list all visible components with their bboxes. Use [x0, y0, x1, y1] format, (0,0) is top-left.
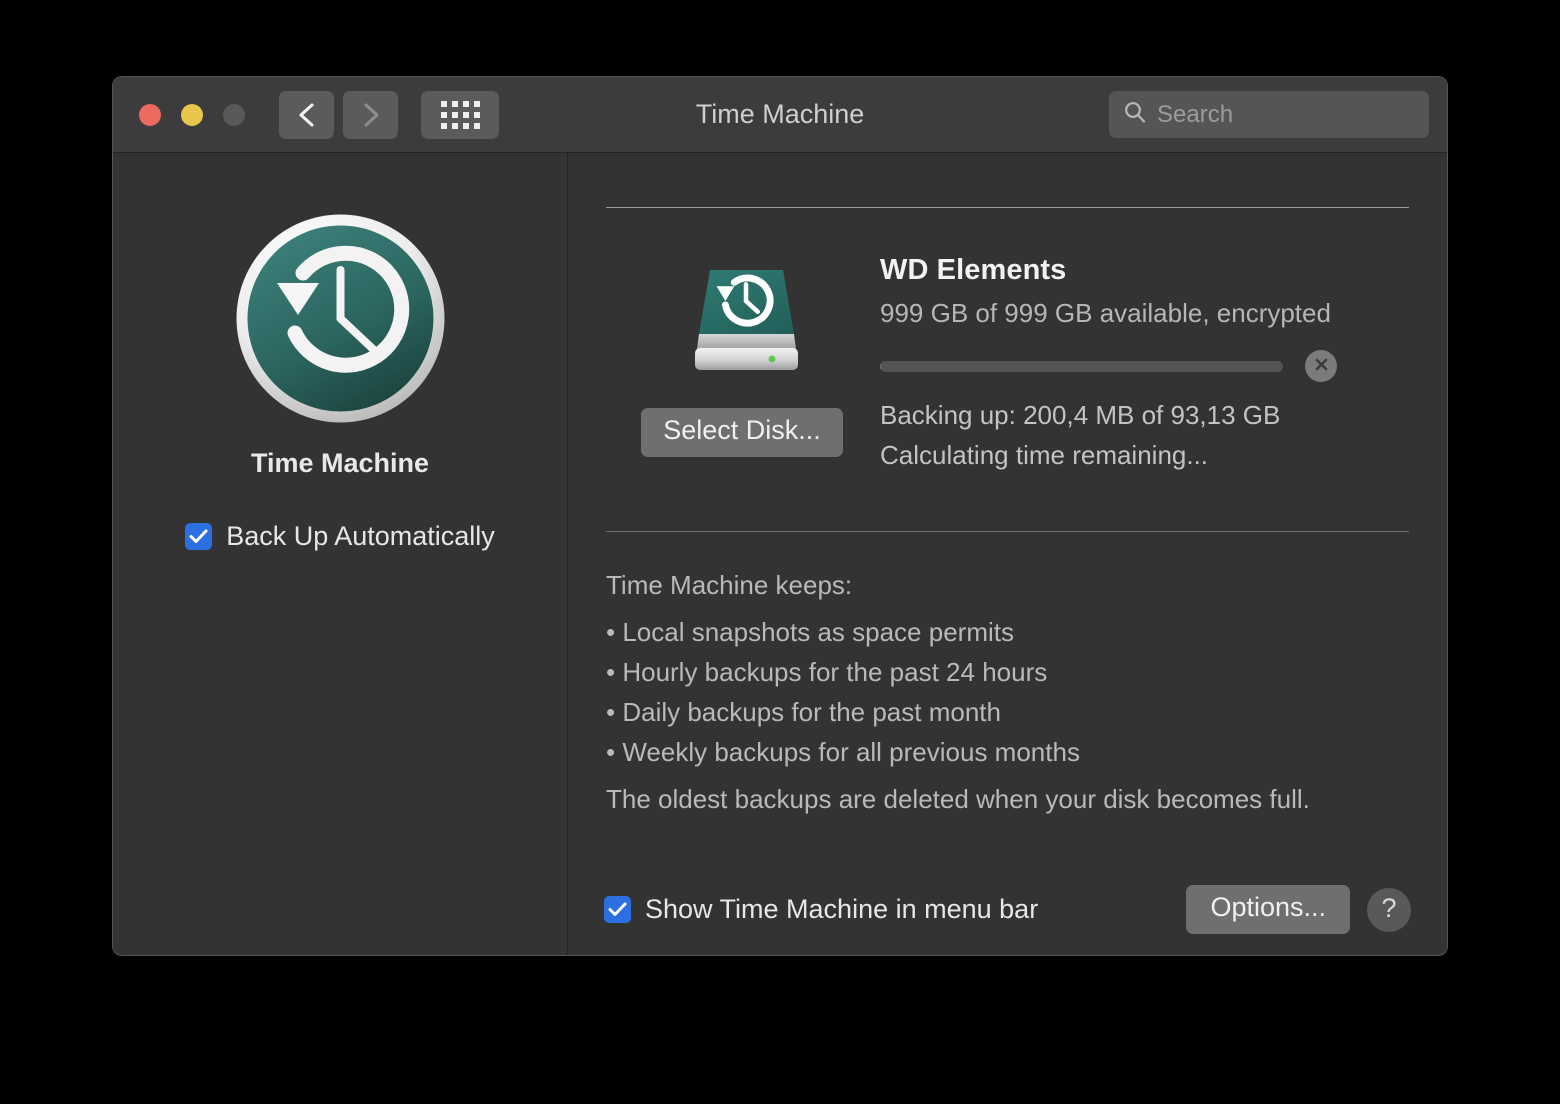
checkmark-icon — [608, 902, 627, 917]
back-chevron-icon — [297, 102, 317, 128]
app-name-label: Time Machine — [250, 448, 430, 478]
disk-info-column: WD Elements 999 GB of 999 GB available, … — [880, 252, 1411, 471]
back-button[interactable] — [279, 90, 334, 139]
keeps-note: The oldest backups are deleted when your… — [606, 784, 1310, 814]
list-item: • Daily backups for the past month — [606, 697, 1001, 727]
backup-progress-bar — [880, 360, 1283, 372]
keeps-title: Time Machine keeps: — [606, 570, 853, 600]
forward-button[interactable] — [343, 90, 398, 139]
stop-backup-button[interactable] — [1305, 350, 1337, 382]
disk-name-label: WD Elements — [880, 254, 1067, 286]
backup-progress-row — [880, 350, 1411, 382]
checkmark-icon — [189, 529, 208, 544]
show-in-menu-bar-label: Show Time Machine in menu bar — [645, 894, 1039, 925]
help-button[interactable]: ? — [1367, 887, 1411, 932]
options-button[interactable]: Options... — [1186, 885, 1350, 934]
main-panel: Select Disk... WD Elements 999 GB of 999… — [568, 153, 1447, 955]
window-titlebar: Time Machine Search — [113, 77, 1447, 153]
show-in-menu-bar-row[interactable]: Show Time Machine in menu bar — [604, 894, 1038, 925]
list-item: • Local snapshots as space permits — [606, 617, 1014, 647]
preferences-window: Time Machine Search Time Machine Back Up… — [112, 76, 1448, 956]
backup-disk-icon — [672, 252, 812, 392]
search-field[interactable]: Search — [1109, 91, 1429, 138]
backup-progress-fill — [880, 360, 881, 372]
show-in-menu-bar-checkbox[interactable] — [604, 896, 631, 924]
keeps-list: • Local snapshots as space permits • Hou… — [606, 617, 1411, 768]
close-button[interactable] — [139, 103, 161, 126]
time-remaining-status: Calculating time remaining... — [880, 440, 1209, 470]
time-machine-keeps-section: Time Machine keeps: • Local snapshots as… — [604, 532, 1411, 815]
time-machine-icon — [233, 211, 448, 426]
disk-available-label: 999 GB of 999 GB available, encrypted — [880, 298, 1331, 328]
back-up-automatically-row[interactable]: Back Up Automatically — [185, 521, 495, 552]
zoom-button — [223, 103, 245, 126]
sidebar: Time Machine Back Up Automatically — [113, 153, 568, 955]
window-body: Time Machine Back Up Automatically Selec… — [113, 153, 1447, 955]
list-item: • Hourly backups for the past 24 hours — [606, 657, 1048, 687]
select-disk-button[interactable]: Select Disk... — [641, 408, 843, 457]
traffic-light-group — [139, 103, 245, 126]
search-placeholder: Search — [1157, 100, 1234, 128]
disk-status-section: Select Disk... WD Elements 999 GB of 999… — [604, 208, 1411, 471]
navigation-button-group — [279, 90, 398, 139]
back-up-automatically-label: Back Up Automatically — [226, 521, 495, 551]
forward-chevron-icon — [361, 102, 381, 128]
back-up-automatically-checkbox[interactable] — [185, 523, 213, 550]
panel-footer: Show Time Machine in menu bar Options...… — [604, 885, 1411, 934]
minimize-button[interactable] — [181, 103, 203, 126]
close-x-icon — [1313, 356, 1330, 376]
search-icon — [1123, 100, 1147, 129]
backing-up-status: Backing up: 200,4 MB of 93,13 GB — [880, 400, 1281, 430]
grid-icon — [440, 100, 480, 129]
disk-icon-column: Select Disk... — [604, 252, 880, 471]
show-all-button[interactable] — [421, 90, 499, 139]
list-item: • Weekly backups for all previous months — [606, 737, 1080, 767]
